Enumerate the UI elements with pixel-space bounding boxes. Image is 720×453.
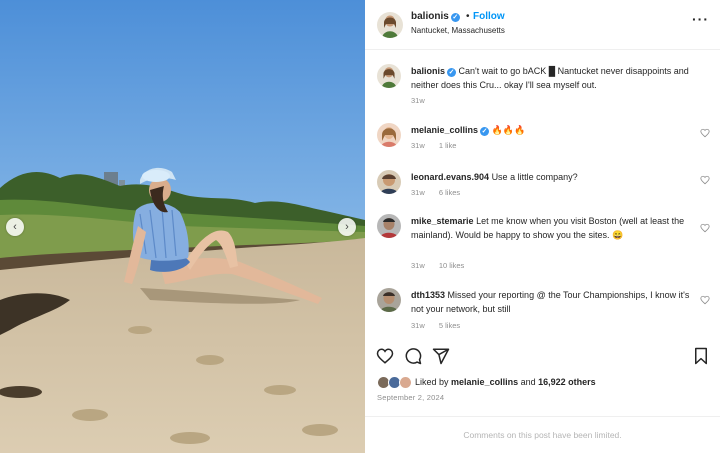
chevron-left-icon: ‹: [13, 221, 17, 233]
post-caption: balionis ✓ Can't wait to go bACK █ Nantuc…: [377, 64, 707, 108]
verified-badge-icon: ✓: [480, 127, 490, 136]
separator-dot: •: [466, 11, 470, 22]
likes-prefix: Liked by: [415, 377, 449, 387]
comment-text: Missed your reporting @ the Tour Champio…: [411, 290, 690, 314]
comment-body: melanie_collins ✓ 🔥🔥🔥: [411, 123, 691, 137]
share-icon[interactable]: [432, 347, 450, 365]
post-header: balionis ✓ • Follow Nantucket, Massachuse…: [365, 0, 720, 50]
carousel-next-button[interactable]: ›: [338, 218, 356, 236]
smile-emoji: 😄: [611, 230, 624, 240]
likes-connector: and: [520, 377, 536, 387]
comment-likes[interactable]: 6 likes: [439, 188, 460, 197]
comment-username[interactable]: mike_stemarie: [411, 216, 474, 226]
comment-text: 🔥🔥🔥: [491, 125, 526, 135]
comment-meta: 31w 6 likes: [411, 188, 472, 197]
avatar[interactable]: [377, 170, 401, 194]
comment-icon[interactable]: [404, 347, 422, 365]
beach-photo: [0, 0, 365, 453]
comment-meta: 31w 10 likes: [411, 261, 476, 270]
verified-badge-icon: ✓: [447, 68, 457, 77]
post-action-bar: [365, 340, 720, 370]
comment-time[interactable]: 31w: [411, 321, 425, 330]
liker-username[interactable]: melanie_collins: [451, 377, 518, 387]
comment-item: leonard.evans.904 Use a little company? …: [377, 170, 710, 202]
comment-likes[interactable]: 1 like: [439, 141, 457, 150]
comment-username[interactable]: dth1353: [411, 290, 445, 300]
chevron-right-icon: ›: [345, 221, 349, 233]
more-options-icon[interactable]: ···: [692, 11, 709, 27]
comment-time[interactable]: 31w: [411, 188, 425, 197]
username[interactable]: balionis ✓: [411, 11, 460, 22]
comment-likes[interactable]: 10 likes: [439, 261, 464, 270]
avatar[interactable]: [377, 123, 401, 147]
post-details-panel: balionis ✓ • Follow Nantucket, Massachuse…: [365, 0, 720, 453]
avatar: [399, 376, 412, 389]
caption-text-block: balionis ✓ Can't wait to go bACK █ Nantuc…: [411, 64, 691, 92]
comment-likes[interactable]: 5 likes: [439, 321, 460, 330]
comment-like-heart-icon[interactable]: [700, 295, 710, 305]
carousel-prev-button[interactable]: ‹: [6, 218, 24, 236]
comment-body: dth1353 Missed your reporting @ the Tour…: [411, 288, 691, 316]
comment-meta: 31w 5 likes: [411, 321, 472, 330]
post-photo[interactable]: ‹ ›: [0, 0, 365, 453]
avatar[interactable]: [377, 64, 401, 88]
location-link[interactable]: Nantucket, Massachusetts: [411, 26, 505, 35]
follow-button[interactable]: Follow: [473, 11, 505, 22]
comment-like-heart-icon[interactable]: [700, 175, 710, 185]
heart-icon[interactable]: [376, 347, 394, 365]
comment-like-heart-icon[interactable]: [700, 223, 710, 233]
comments-limited-notice: Comments on this post have been limited.: [365, 416, 720, 453]
comment-username[interactable]: leonard.evans.904: [411, 172, 489, 182]
comment-body: mike_stemarie Let me know when you visit…: [411, 214, 691, 242]
post-date[interactable]: September 2, 2024: [377, 393, 444, 402]
bookmark-icon[interactable]: [692, 347, 710, 365]
comment-meta: 31w 1 like: [411, 141, 468, 150]
comment-time[interactable]: 31w: [411, 141, 425, 150]
comment-item: dth1353 Missed your reporting @ the Tour…: [377, 288, 710, 334]
comment-username[interactable]: melanie_collins: [411, 125, 478, 135]
liker-avatars: [377, 376, 415, 389]
caption-username[interactable]: balionis: [411, 66, 445, 76]
comment-text: Use a little company?: [491, 172, 578, 182]
comment-item: mike_stemarie Let me know when you visit…: [377, 214, 710, 274]
avatar[interactable]: [377, 214, 401, 238]
avatar[interactable]: [377, 12, 403, 38]
comment-body: leonard.evans.904 Use a little company?: [411, 170, 691, 184]
caption-time[interactable]: 31w: [411, 96, 425, 105]
likes-text: Liked by melanie_collins and 16,922 othe…: [415, 377, 596, 387]
caption-meta: 31w: [411, 96, 437, 105]
verified-badge-icon: ✓: [450, 13, 460, 22]
comment-like-heart-icon[interactable]: [700, 128, 710, 138]
username-text[interactable]: balionis: [411, 11, 449, 22]
comment-time[interactable]: 31w: [411, 261, 425, 270]
avatar[interactable]: [377, 288, 401, 312]
comment-item: melanie_collins ✓ 🔥🔥🔥 31w 1 like: [377, 123, 710, 155]
likes-others-count[interactable]: 16,922 others: [538, 377, 596, 387]
